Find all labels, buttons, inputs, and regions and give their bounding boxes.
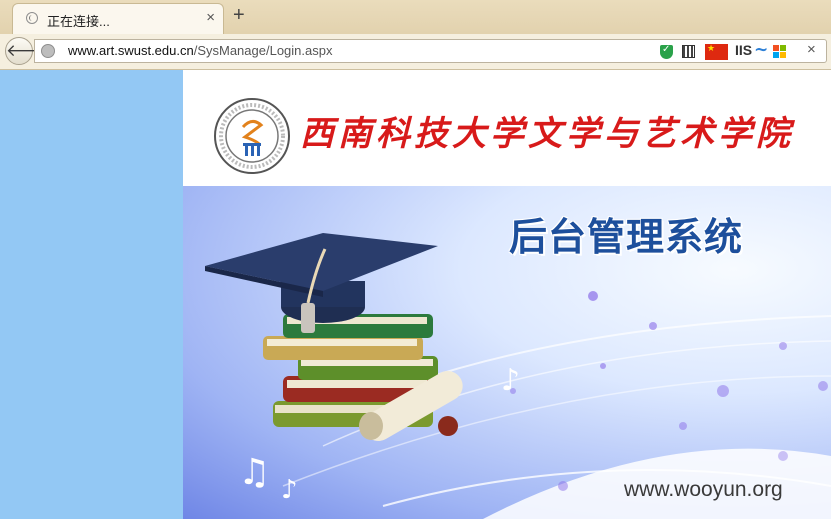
url-host: www.art.swust.edu.cn — [68, 43, 194, 58]
system-title: 后台管理系统 — [509, 217, 744, 259]
china-flag-icon[interactable] — [705, 43, 728, 60]
globe-icon — [41, 44, 55, 58]
stop-loading-button[interactable]: × — [807, 41, 816, 58]
qr-code-icon[interactable] — [682, 45, 695, 58]
login-banner: ♫ ♪ ♪ 后台管理系统 — [183, 186, 831, 519]
page-left-sidebar — [0, 70, 183, 519]
server-wave-icon[interactable]: ∼ — [754, 40, 768, 60]
browser-tab[interactable]: 正在连接... × — [12, 3, 224, 34]
windows-logo-icon[interactable] — [773, 45, 787, 59]
back-button[interactable]: 🡐 — [5, 37, 52, 65]
iis-extension-label[interactable]: IIS — [735, 42, 752, 58]
tab-title: 正在连接... — [47, 14, 110, 29]
new-tab-button[interactable]: + — [233, 4, 245, 26]
address-bar[interactable]: www.art.swust.edu.cn/SysManage/Login.asp… — [34, 39, 827, 63]
university-seal-logo — [214, 98, 290, 174]
browser-tab-bar: 正在连接... × + — [0, 0, 831, 34]
browser-nav-bar: 🡐 www.art.swust.edu.cn/SysManage/Login.a… — [0, 34, 831, 70]
url-path: /SysManage/Login.aspx — [193, 43, 333, 58]
url-text[interactable]: www.art.swust.edu.cn/SysManage/Login.asp… — [68, 43, 332, 58]
graduation-books-illustration — [205, 233, 463, 441]
watermark-text: www.wooyun.org — [624, 478, 783, 501]
tab-close-button[interactable]: × — [206, 9, 215, 27]
svg-text:♪: ♪ — [281, 475, 298, 505]
security-shield-icon[interactable] — [660, 44, 673, 59]
svg-text:♪: ♪ — [501, 363, 520, 398]
school-name-heading: 西南科技大学文学与艺术学院 — [300, 114, 794, 154]
loading-spinner-icon — [26, 12, 38, 24]
